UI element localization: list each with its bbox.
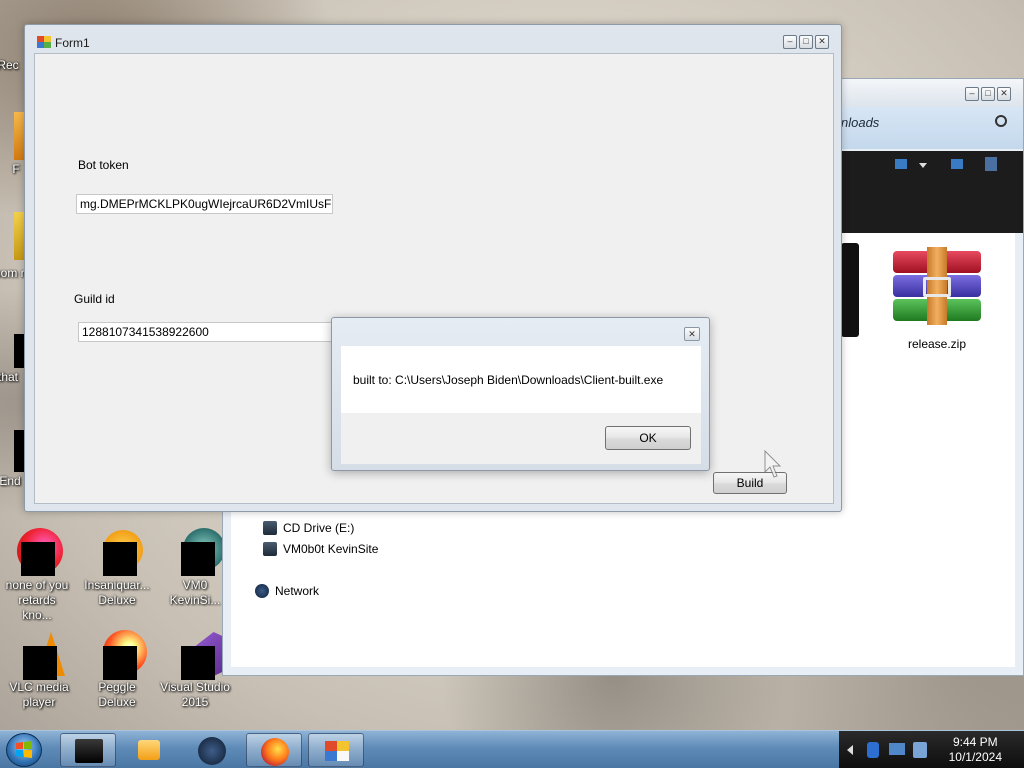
minimize-icon[interactable]: – (965, 87, 979, 101)
app-icon (37, 36, 51, 48)
desktop-icon-label: VM0 KevinSi... (169, 578, 221, 607)
redacted-icon (13, 528, 63, 576)
peggle-icon (93, 630, 147, 680)
message-text: built to: C:\Users\Joseph Biden\Download… (353, 373, 664, 387)
maximize-icon[interactable]: □ (981, 87, 995, 101)
media-player-icon (138, 740, 160, 760)
visual-studio-icon (171, 630, 225, 680)
help-icon[interactable] (985, 157, 997, 171)
taskbar-item-media-player[interactable] (122, 733, 178, 767)
close-icon[interactable]: ✕ (997, 87, 1011, 101)
firefox-icon (261, 738, 289, 766)
cd-drive-icon (263, 521, 277, 535)
taskbar: 9:44 PM 10/1/2024 (0, 730, 1024, 768)
desktop-icon-visual-studio[interactable]: Visual Studio 2015 (160, 630, 230, 710)
preview-pane-icon[interactable] (951, 159, 963, 169)
desktop-icon-label: none of you retards kno... (5, 578, 69, 622)
bluetooth-icon[interactable] (867, 742, 879, 758)
tree-item-vm0b0t-kevinsite[interactable]: VM0b0t KevinSite (263, 542, 378, 556)
message-box[interactable]: ✕ built to: C:\Users\Joseph Biden\Downlo… (331, 317, 710, 471)
vlc-icon (15, 630, 65, 680)
desktop-icon-label: Visual Studio 2015 (160, 680, 230, 709)
taskbar-item-firefox[interactable] (246, 733, 302, 767)
file-thumbnail-partial[interactable] (841, 243, 859, 337)
vm-icon (171, 528, 225, 576)
steam-icon (198, 737, 226, 765)
desktop-icon-label: End (0, 474, 21, 488)
app-icon (325, 741, 349, 761)
system-tray: 9:44 PM 10/1/2024 (839, 731, 1024, 768)
bot-token-field[interactable]: mg.DMEPrMCKLPK0ugWIejrcaUR6D2VmIUsFr0LPi… (76, 194, 333, 214)
close-icon[interactable]: ✕ (684, 327, 700, 341)
winrar-archive-icon (891, 247, 983, 327)
desktop-icon-vm0-kevinsite[interactable]: VM0 KevinSi... (160, 528, 230, 608)
desktop-icon-insaniquarium[interactable]: Insaniquar... Deluxe (82, 528, 152, 608)
file-name: release.zip (907, 337, 967, 351)
tree-item-cd-drive[interactable]: CD Drive (E:) (263, 521, 354, 535)
desktop-icon-peggle[interactable]: Peggle Deluxe (82, 630, 152, 710)
close-icon[interactable]: ✕ (815, 35, 829, 49)
form1-window-controls: – □ ✕ (783, 35, 829, 49)
tree-item-label: VM0b0t KevinSite (283, 542, 379, 556)
volume-icon[interactable] (913, 742, 927, 758)
clock-date: 10/1/2024 (948, 750, 1002, 764)
taskbar-item-form1[interactable] (308, 733, 364, 767)
maximize-icon[interactable]: □ (799, 35, 813, 49)
start-button[interactable] (6, 733, 42, 767)
address-text: nloads (841, 115, 880, 130)
windows-logo-icon (16, 741, 32, 758)
explorer-window-controls: – □ ✕ (965, 87, 1011, 101)
taskbar-item-steam[interactable] (184, 733, 240, 767)
desktop-icon-label: Insaniquar... Deluxe (84, 578, 150, 607)
desktop-icon-label: Rec (0, 58, 19, 72)
desktop-icon-label: F (12, 162, 20, 176)
guild-id-field[interactable]: 1288107341538922600 (78, 322, 338, 342)
terminal-icon (75, 739, 103, 763)
clock[interactable]: 9:44 PM 10/1/2024 (949, 735, 1002, 765)
file-item-release-zip[interactable]: release.zip (887, 247, 987, 351)
clock-time: 9:44 PM (952, 735, 998, 749)
desktop-icon-label: VLC media player (9, 680, 69, 709)
tree-item-label: Network (275, 584, 320, 598)
chevron-down-icon[interactable] (919, 163, 927, 168)
desktop-icon-none-of-you[interactable]: none of you retards kno... (2, 528, 72, 623)
view-icon[interactable] (895, 159, 907, 169)
tree-item-label: CD Drive (E:) (283, 521, 355, 535)
desktop-icon-label: that (0, 370, 18, 384)
ok-button[interactable]: OK (605, 426, 691, 450)
bot-token-label: Bot token (78, 158, 129, 172)
guild-id-label: Guild id (74, 292, 115, 306)
drive-icon (263, 542, 277, 556)
network-icon (255, 584, 269, 598)
fish-icon (93, 528, 143, 576)
mouse-cursor (764, 450, 782, 478)
window-title: Form1 (55, 36, 90, 50)
message-box-body: built to: C:\Users\Joseph Biden\Download… (341, 346, 701, 464)
desktop-icon-vlc[interactable]: VLC media player (4, 630, 74, 710)
minimize-icon[interactable]: – (783, 35, 797, 49)
desktop-icon-label: Peggle Deluxe (98, 680, 136, 709)
chevron-left-icon[interactable] (847, 745, 853, 755)
message-area: built to: C:\Users\Joseph Biden\Download… (341, 346, 701, 413)
search-icon[interactable] (995, 115, 1007, 127)
tree-item-network[interactable]: Network (255, 584, 319, 598)
display-icon[interactable] (889, 743, 905, 755)
taskbar-item-explorer[interactable] (60, 733, 116, 767)
